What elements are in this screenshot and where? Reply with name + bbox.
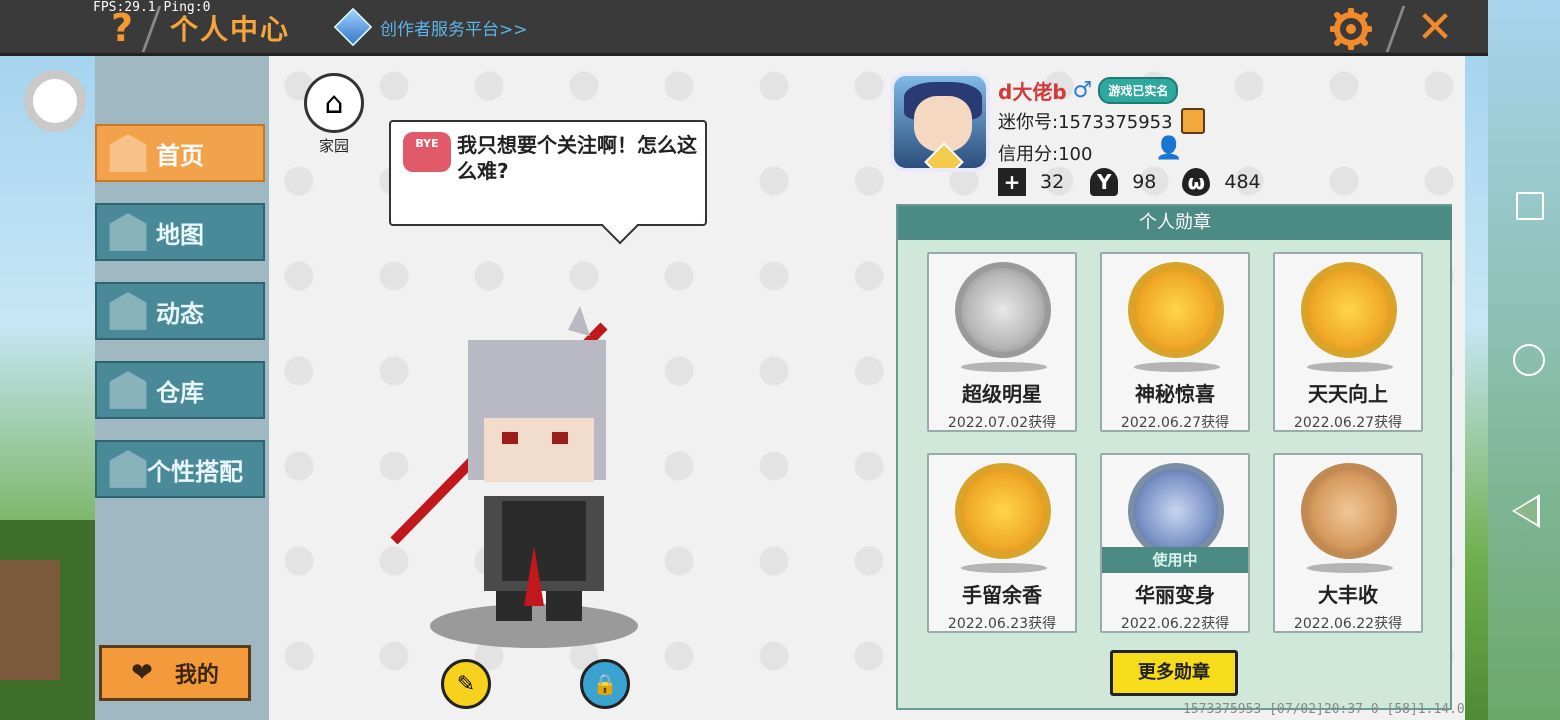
warehouse-icon bbox=[109, 371, 147, 409]
medal-card[interactable]: 超级明星 2022.07.02获得 bbox=[927, 252, 1077, 432]
homestead-button[interactable]: ⌂ 家园 bbox=[303, 73, 365, 156]
nickname-row: d大佬b ♂ 游戏已实名 bbox=[998, 76, 1179, 105]
nav-item-label: 动态 bbox=[156, 299, 204, 328]
creator-platform-link[interactable]: 创作者服务平台>> bbox=[333, 7, 528, 47]
house-icon: ⌂ bbox=[304, 73, 364, 133]
follow-icon: + bbox=[998, 168, 1026, 196]
pencil-icon: ✎ bbox=[456, 671, 476, 697]
recent-apps-icon[interactable] bbox=[1516, 192, 1544, 220]
edit-signature-button[interactable]: ✎ bbox=[441, 659, 491, 709]
medal-icon bbox=[1128, 463, 1224, 559]
creator-platform-label: 创作者服务平台>> bbox=[380, 19, 528, 40]
medal-icon bbox=[1128, 262, 1224, 358]
medal-date: 2022.07.02获得 bbox=[947, 415, 1057, 431]
medal-shadow bbox=[1307, 563, 1393, 573]
fire-icon: ω bbox=[1182, 168, 1211, 196]
medal-shadow bbox=[961, 563, 1047, 573]
avatar[interactable] bbox=[890, 72, 990, 172]
nav-item-dynamics[interactable]: 动态 bbox=[95, 282, 265, 340]
mini-id: 迷你号:1573375953 bbox=[998, 112, 1173, 133]
cube-icon bbox=[333, 7, 373, 47]
nav-item-map[interactable]: 地图 bbox=[95, 203, 265, 261]
back-icon[interactable] bbox=[1512, 494, 1540, 528]
nav-item-label: 首页 bbox=[156, 141, 204, 170]
medal-date: 2022.06.22获得 bbox=[1293, 616, 1403, 632]
medal-card[interactable]: 神秘惊喜 2022.06.27获得 bbox=[1100, 252, 1250, 432]
main-panel: ⌂ 家园 BYE 我只想要个关注啊！怎么这么难? ✎ 🔒 d大佬b ♂ 游戏已实… bbox=[269, 56, 1465, 720]
medal-card[interactable]: 天天向上 2022.06.27获得 bbox=[1273, 252, 1423, 432]
male-icon: ♂ bbox=[1072, 78, 1093, 103]
fans-count: 98 bbox=[1132, 171, 1157, 193]
fans-stat[interactable]: Y 98 bbox=[1090, 168, 1156, 196]
nav-item-label: 个性搭配 bbox=[147, 457, 243, 486]
nav-item-home[interactable]: 首页 bbox=[95, 124, 265, 182]
heat-stat[interactable]: ω 484 bbox=[1182, 168, 1261, 196]
medal-date: 2022.06.27获得 bbox=[1120, 415, 1230, 431]
home-icon bbox=[109, 134, 147, 172]
medal-header: 个人勋章 bbox=[898, 206, 1452, 240]
fps-readout: FPS:29.1 Ping:0 bbox=[93, 0, 211, 15]
medal-board: 个人勋章 超级明星 2022.07.02获得 神秘惊喜 2022.06.27获得… bbox=[896, 204, 1452, 710]
nav-item-warehouse[interactable]: 仓库 bbox=[95, 361, 265, 419]
more-medals-button[interactable]: 更多勋章 bbox=[1110, 650, 1238, 696]
left-nav: 首页 地图 动态 仓库 个性搭配 ❤ 我的 bbox=[95, 56, 269, 720]
medal-card[interactable]: 大丰收 2022.06.22获得 bbox=[1273, 453, 1423, 633]
nav-item-label: 地图 bbox=[156, 220, 204, 249]
record-button[interactable] bbox=[24, 70, 86, 132]
dirt-block bbox=[0, 560, 60, 680]
medal-name: 天天向上 bbox=[1308, 382, 1388, 406]
bell-icon bbox=[109, 292, 147, 330]
footer-meta: 1573375953 [07/02]20:37 0 [58]1.14.0 bbox=[1183, 702, 1465, 717]
medal-card[interactable]: 手留余香 2022.06.23获得 bbox=[927, 453, 1077, 633]
medal-icon bbox=[955, 262, 1051, 358]
medal-name: 超级明星 bbox=[962, 382, 1042, 406]
player-character[interactable] bbox=[384, 306, 684, 656]
outfit-icon bbox=[109, 450, 147, 488]
nav-item-label: 仓库 bbox=[156, 378, 204, 407]
privacy-lock-button[interactable]: 🔒 bbox=[580, 659, 630, 709]
lock-icon: 🔒 bbox=[592, 672, 618, 696]
heat-count: 484 bbox=[1224, 171, 1261, 193]
fans-icon: Y bbox=[1090, 168, 1119, 196]
medal-icon bbox=[1301, 463, 1397, 559]
medal-date: 2022.06.23获得 bbox=[947, 616, 1057, 632]
follow-count: 32 bbox=[1040, 171, 1065, 193]
medal-name: 华丽变身 bbox=[1135, 583, 1215, 607]
medal-date: 2022.06.27获得 bbox=[1293, 415, 1403, 431]
mine-button[interactable]: ❤ 我的 bbox=[99, 645, 251, 701]
divider bbox=[1385, 6, 1406, 52]
stats-row: + 32 Y 98 ω 484 bbox=[998, 168, 1261, 196]
map-icon bbox=[109, 213, 147, 251]
nav-item-outfit[interactable]: 个性搭配 bbox=[95, 440, 265, 498]
realname-badge: 游戏已实名 bbox=[1098, 77, 1179, 104]
close-icon[interactable]: ✕ bbox=[1412, 6, 1458, 52]
mine-label: 我的 bbox=[174, 663, 219, 688]
heart-icon: ❤ bbox=[131, 658, 153, 688]
nickname: d大佬b bbox=[998, 80, 1067, 104]
medal-shadow bbox=[1134, 362, 1220, 372]
bye-sticker-icon: BYE bbox=[403, 132, 451, 172]
medal-card[interactable]: 使用中 华丽变身 2022.06.22获得 bbox=[1100, 453, 1250, 633]
credit-score: 信用分:100 bbox=[998, 144, 1093, 165]
medal-name: 神秘惊喜 bbox=[1135, 382, 1215, 406]
copy-icon[interactable] bbox=[1181, 108, 1205, 134]
medal-icon bbox=[1301, 262, 1397, 358]
medal-name: 手留余香 bbox=[962, 583, 1042, 607]
top-bar: ? 个人中心 创作者服务平台>> ✕ bbox=[0, 0, 1488, 56]
medal-shadow bbox=[1307, 362, 1393, 372]
home-system-icon[interactable] bbox=[1513, 344, 1545, 376]
homestead-label: 家园 bbox=[318, 137, 349, 155]
medal-name: 大丰收 bbox=[1318, 583, 1378, 607]
gear-icon[interactable] bbox=[1330, 8, 1372, 50]
medal-icon bbox=[955, 463, 1051, 559]
medal-date: 2022.06.22获得 bbox=[1120, 616, 1230, 632]
medal-shadow bbox=[961, 362, 1047, 372]
follow-stat[interactable]: + 32 bbox=[998, 168, 1064, 196]
in-use-badge: 使用中 bbox=[1102, 547, 1248, 573]
bubble-text: 我只想要个关注啊！怎么这么难? bbox=[457, 133, 697, 183]
speech-bubble: BYE 我只想要个关注啊！怎么这么难? bbox=[389, 120, 707, 226]
id-card-icon[interactable]: 👤 bbox=[1155, 136, 1182, 162]
